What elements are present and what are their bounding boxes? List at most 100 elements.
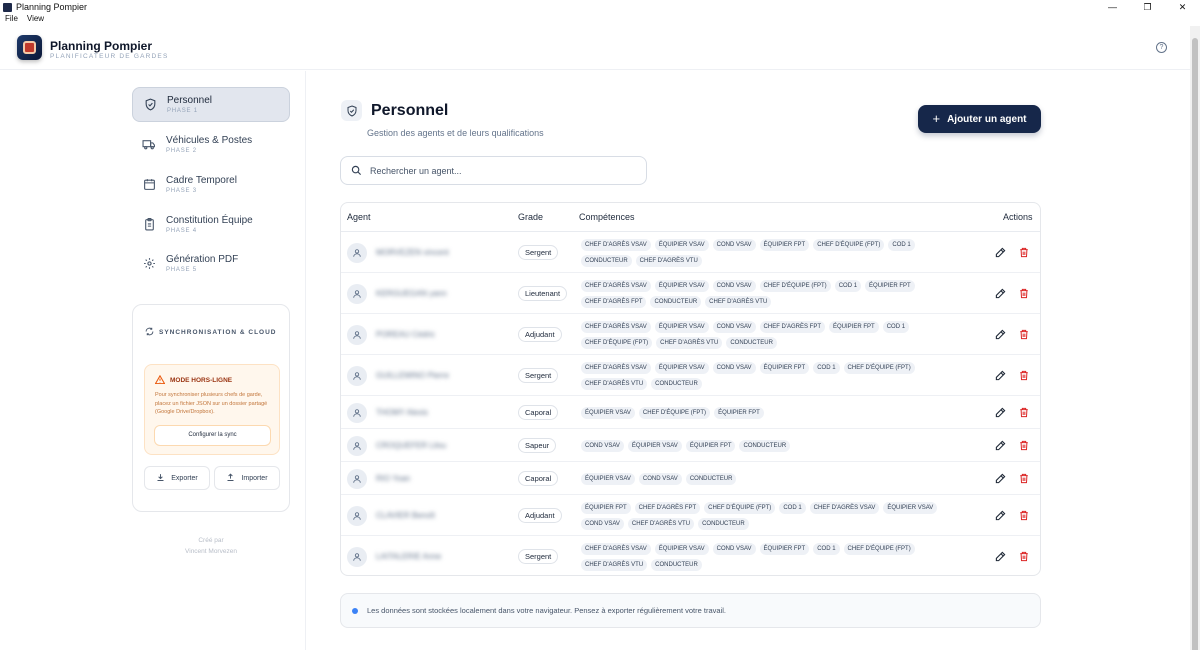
trash-icon[interactable] [1018,329,1030,341]
skill-chip: COD 1 [888,238,915,251]
skill-chip: COND VSAV [712,320,756,333]
offline-title: MODE HORS-LIGNE [154,374,232,386]
app-title: Planning Pompier [50,39,153,53]
search-input[interactable] [370,165,630,176]
edit-icon[interactable] [994,329,1006,341]
skill-chip: ÉQUIPIER VSAV [654,279,709,292]
skill-chip: CONDUCTEUR [651,377,702,390]
table-row: LAITALERIE Anne Sergent CHEF D'AGRÈS VSAV É… [341,536,1040,575]
skill-chip: ÉQUIPIER FPT [759,542,810,555]
skill-chip: COND VSAV [581,517,624,530]
edit-icon[interactable] [994,440,1006,452]
user-icon [347,324,367,345]
skills-list: ÉQUIPIER VSAV COND VSAV CONDUCTEUR [581,472,969,485]
app-header: Planning Pompier PLANIFICATEUR DE GARDES… [0,26,1190,70]
skill-chip: ÉQUIPIER FPT [829,320,879,333]
skill-chip: ÉQUIPIER VSAV [654,542,709,555]
trash-icon[interactable] [1018,288,1030,300]
maximize-button[interactable]: ❐ [1130,2,1165,13]
sidebar-item-vehicules[interactable]: Véhicules & Postes PHASE 2 [132,127,290,162]
skill-chip: COD 1 [813,542,840,555]
skill-chip: CHEF D'AGRÈS FPT [581,295,647,308]
trash-icon[interactable] [1018,370,1030,382]
offline-description: Pour synchroniser plusieurs chefs de gar… [155,392,268,415]
search-box[interactable] [340,156,647,185]
skill-chip: ÉQUIPIER VSAV [581,472,635,485]
agent-name: POREAU Cédric [376,329,436,339]
edit-icon[interactable] [994,407,1006,419]
skills-list: CHEF D'AGRÈS VSAV ÉQUIPIER VSAV COND VSAV C… [581,279,969,308]
user-icon [347,283,367,304]
skill-chip: CHEF D'AGRÈS VSAV [581,320,651,333]
clipboard-icon [142,218,156,232]
skill-chip: COND VSAV [712,542,756,555]
sidebar-item-label: Cadre Temporel [166,175,237,186]
gear-icon [142,257,156,271]
sidebar-item-phase: PHASE 2 [166,148,197,154]
plus-icon: + [932,111,941,126]
grade-badge: Sapeur [518,438,557,453]
sidebar-item-personnel[interactable]: Personnel PHASE 1 [132,87,290,122]
user-icon [347,365,367,386]
skill-chip: CHEF D'ÉQUIPE (FPT) [638,406,711,419]
add-agent-button[interactable]: + Ajouter un agent [918,105,1041,133]
sidebar-item-cadre-temporel[interactable]: Cadre Temporel PHASE 3 [132,167,290,202]
edit-icon[interactable] [994,288,1006,300]
skill-chip: CONDUCTEUR [685,472,737,485]
import-button[interactable]: Importer [214,466,280,490]
skill-chip: CHEF D'AGRÈS VTU [705,295,772,308]
close-button[interactable]: ✕ [1165,2,1200,13]
skill-chip: COND VSAV [712,238,756,251]
skill-chip: ÉQUIPIER FPT [714,406,764,419]
app-subtitle: PLANIFICATEUR DE GARDES [50,53,169,60]
sync-card: SYNCHRONISATION & CLOUD MODE HORS-LIGNE … [132,304,290,512]
trash-icon[interactable] [1018,440,1030,452]
column-header-grade: Grade [518,212,544,222]
skills-list: ÉQUIPIER VSAV CHEF D'ÉQUIPE (FPT) ÉQUIPIER… [581,406,969,419]
scrollbar-thumb[interactable] [1192,38,1198,650]
column-header-agent: Agent [347,212,371,222]
skill-chip: CHEF D'AGRÈS VTU [581,377,648,390]
user-icon [347,402,367,423]
download-icon [156,473,165,484]
configure-sync-button[interactable]: Configurer la sync [154,425,271,446]
skill-chip: ÉQUIPIER FPT [581,501,631,514]
refresh-icon [145,327,154,338]
trash-icon[interactable] [1018,551,1030,563]
sidebar-item-generation-pdf[interactable]: Génération PDF PHASE 5 [132,246,290,281]
menu-view[interactable]: View [27,14,44,26]
edit-icon[interactable] [994,370,1006,382]
trash-icon[interactable] [1018,407,1030,419]
skill-chip: ÉQUIPIER VSAV [654,361,709,374]
grade-badge: Lieutenant [518,286,568,301]
sidebar-item-constitution-equipe[interactable]: Constitution Équipe PHASE 4 [132,207,290,242]
skill-chip: ÉQUIPIER FPT [865,279,915,292]
edit-icon[interactable] [994,551,1006,563]
edit-icon[interactable] [994,510,1006,522]
app-window-icon [3,2,12,12]
grade-badge: Sergent [518,549,559,564]
table-row: CLAVIER Benoît Adjudant ÉQUIPIER FPT CHEF D… [341,495,1040,536]
menu-file[interactable]: File [5,14,18,26]
grade-badge: Adjudant [518,327,562,342]
sidebar-item-phase: PHASE 4 [166,228,197,234]
column-header-actions: Actions [1003,212,1033,222]
export-button[interactable]: Exporter [144,466,210,490]
question-circle-icon[interactable]: ? [1156,42,1167,53]
minimize-button[interactable]: — [1095,2,1130,13]
skills-list: CHEF D'AGRÈS VSAV ÉQUIPIER VSAV COND VSAV É… [581,238,969,267]
trash-icon[interactable] [1018,247,1030,259]
skill-chip: CHEF D'AGRÈS VSAV [809,501,880,514]
skill-chip: COD 1 [813,361,840,374]
scrollbar[interactable] [1190,26,1200,650]
edit-icon[interactable] [994,473,1006,485]
trash-icon[interactable] [1018,473,1030,485]
user-icon [347,546,367,567]
trash-icon[interactable] [1018,510,1030,522]
edit-icon[interactable] [994,247,1006,259]
skill-chip: ÉQUIPIER FPT [685,439,736,452]
skill-chip: CONDUCTEUR [650,295,702,308]
skill-chip: CHEF D'AGRÈS VSAV [581,361,651,374]
page-subtitle: Gestion des agents et de leurs qualifica… [367,128,544,138]
warning-icon [154,374,166,386]
